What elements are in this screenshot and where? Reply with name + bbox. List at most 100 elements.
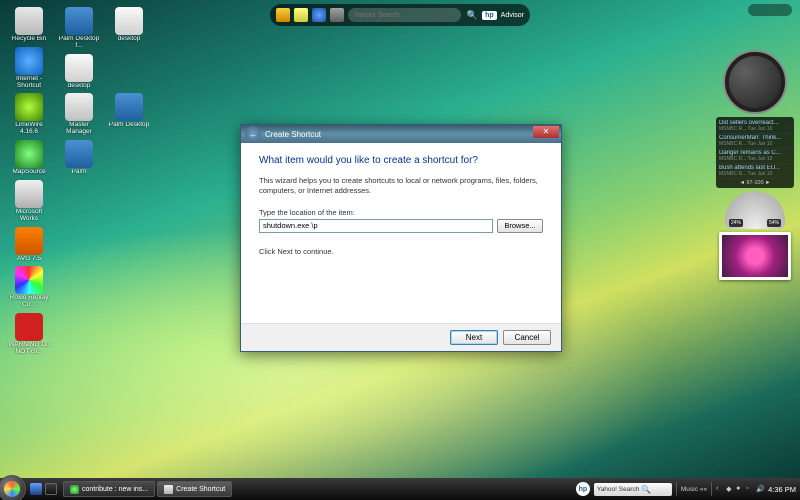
news-item[interactable]: Danger remains as C...MSNBC R... Tue Jun… [719,149,791,164]
search-icon: 🔍 [641,485,651,494]
icon-label: WARNING Do NOT cli... [7,342,51,356]
limewire-icon [15,93,43,121]
dialog-title: Create Shortcut [265,130,321,139]
task-contribute[interactable]: contribute : new ins... [63,481,155,497]
icon-label: Roxio Replay Co... [7,295,51,309]
clock-gadget[interactable] [723,50,787,114]
icon-label: Palm Desktop f... [57,36,101,50]
roxio[interactable]: Roxio Replay Co... [6,265,52,310]
top-right-pill[interactable] [748,4,792,16]
create-shortcut-dialog: ← Create Shortcut ✕ What item would you … [240,124,562,352]
slideshow-gadget[interactable] [719,232,791,280]
sidebar: Did sellers overreact...MSNBC R... Tue J… [714,50,796,280]
news-item[interactable]: ConsumerMan: Think...MSNBC R... Tue Jun … [719,134,791,149]
icon-label: Internet - Shortcut [7,76,51,90]
desktop-file-1-icon [115,7,143,35]
recycle-bin[interactable]: Recycle Bin [6,6,52,44]
task-create-shortcut[interactable]: Create Shortcut [157,481,232,497]
icon-label: AVG 7.5 [17,256,41,263]
warning[interactable]: WARNING Do NOT cli... [6,312,52,357]
desktop-file-2[interactable]: desktop [56,53,102,91]
icon-label: desktop [118,36,141,43]
dialog-description: This wizard helps you to create shortcut… [259,176,543,196]
quick-launch-ie-icon[interactable] [30,483,42,495]
cpu-meter-gadget[interactable]: 24% 54% [725,191,785,229]
news-pager[interactable]: ◄ 97-100 ► [719,179,791,186]
icon-label: Master Manager [57,122,101,136]
mapsource-icon [15,140,43,168]
recycle-bin-icon [15,7,43,35]
palm-icon [65,140,93,168]
taskbar: contribute : new ins...Create Shortcut h… [0,478,800,500]
icon-label: Microsoft Works [7,209,51,223]
yahoo-deskbar[interactable]: Yahoo! Search🔍 [594,483,672,496]
master-manager[interactable]: Master Manager [56,92,102,137]
dock-icon-1[interactable] [276,8,290,22]
quick-launch [30,483,57,495]
task-buttons: contribute : new ins...Create Shortcut [63,481,232,497]
news-item[interactable]: Did sellers overreact...MSNBC R... Tue J… [719,119,791,134]
start-button[interactable] [0,475,26,500]
quick-launch-switch-icon[interactable] [45,483,57,495]
dock-icon-3[interactable] [312,8,326,22]
tray-area: hp Yahoo! Search🔍 Music «« ‹ ◆ ● ▫ 🔊 4:3… [576,482,800,496]
back-button-icon[interactable]: ← [245,126,261,142]
palm-desktop-icon [65,7,93,35]
hp-logo-icon[interactable]: hp [576,482,590,496]
next-button[interactable]: Next [450,330,498,345]
warning-icon [15,313,43,341]
avg-icon [15,227,43,255]
close-button[interactable]: ✕ [533,126,559,138]
icon-label: MapSource [12,169,45,176]
tray-network-icon[interactable]: ▫ [746,485,754,493]
windows-orb-icon [4,481,20,497]
music-deskbar[interactable]: Music «« [681,486,707,493]
advisor-label[interactable]: Advisor [501,12,524,19]
dialog-titlebar[interactable]: ← Create Shortcut ✕ [241,125,561,143]
tray-chevron-icon[interactable]: ‹ [716,485,724,493]
icon-label: Palm Desktop [109,122,149,129]
task-create-shortcut-icon [164,485,173,494]
dialog-footer: Next Cancel [241,323,561,351]
limewire[interactable]: LimeWire 4.16.6 [6,92,52,137]
browse-button[interactable]: Browse... [497,219,543,233]
desktop-icons: Recycle Bin Internet - Shortcut LimeWire 4… [6,6,152,357]
internet-shortcut[interactable]: Internet - Shortcut [6,46,52,91]
meter-value-right: 54% [767,219,781,227]
meter-value-left: 24% [729,219,743,227]
tray-volume-icon[interactable]: 🔊 [756,485,764,493]
tray-icon-1[interactable]: ◆ [726,485,734,493]
palm-desktop-2[interactable]: Palm Desktop [106,92,152,130]
msworks-icon [15,180,43,208]
dialog-body: What item would you like to create a sho… [241,143,561,323]
desktop-file-1[interactable]: desktop [106,6,152,44]
palm-desktop[interactable]: Palm Desktop f... [56,6,102,51]
top-search-input[interactable] [348,8,461,22]
top-dock: 🔍 hp Advisor [270,4,530,26]
clock[interactable]: 4:36 PM [768,485,796,494]
master-manager-icon [65,93,93,121]
icon-label: LimeWire 4.16.6 [7,122,51,136]
separator [676,482,677,496]
continue-hint: Click Next to continue. [259,247,543,256]
desktop-file-2-icon [65,54,93,82]
news-item[interactable]: Bush attends last EU...MSNBC R... Tue Ju… [719,164,791,179]
icon-label: desktop [68,83,91,90]
dock-icon-4[interactable] [330,8,344,22]
msworks[interactable]: Microsoft Works [6,179,52,224]
location-input[interactable] [259,219,493,233]
tray-icon-2[interactable]: ● [736,485,744,493]
icon-label: Palm [72,169,87,176]
dock-icon-2[interactable] [294,8,308,22]
task-contribute-icon [70,485,79,494]
separator [711,482,712,496]
palm-desktop-2-icon [115,93,143,121]
hp-badge[interactable]: hp [482,11,497,20]
mapsource[interactable]: MapSource [6,139,52,177]
avg[interactable]: AVG 7.5 [6,226,52,264]
roxio-icon [15,266,43,294]
palm[interactable]: Palm [56,139,102,177]
news-gadget[interactable]: Did sellers overreact...MSNBC R... Tue J… [716,117,794,188]
cancel-button[interactable]: Cancel [503,330,551,345]
search-icon[interactable]: 🔍 [467,10,478,21]
